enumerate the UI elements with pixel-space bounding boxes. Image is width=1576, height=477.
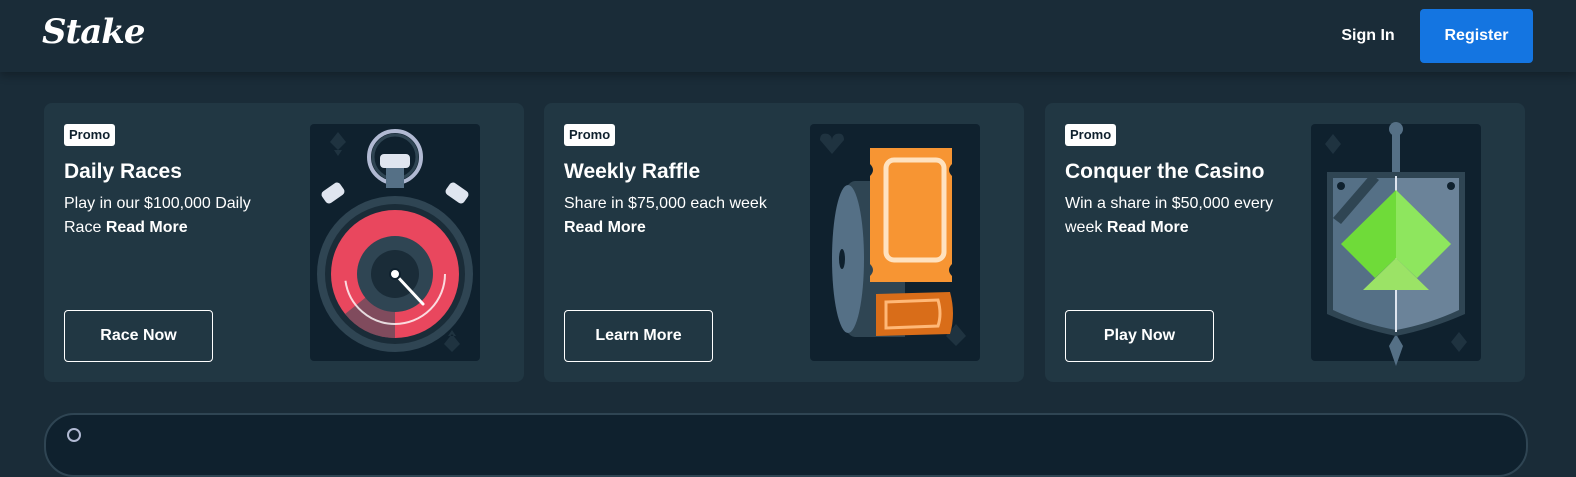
search-input[interactable] [44,413,1528,477]
play-now-button[interactable]: Play Now [1065,310,1214,362]
promo-description: Share in $75,000 each week Read More [564,192,789,240]
promo-description: Win a share in $50,000 every week Read M… [1065,192,1290,240]
read-more-link[interactable]: Read More [564,219,646,236]
promo-card-weekly-raffle[interactable]: Promo Weekly Raffle Share in $75,000 eac… [544,103,1024,382]
promo-card-conquer-the-casino[interactable]: Promo Conquer the Casino Win a share in … [1045,103,1525,382]
promo-art-conquer-the-casino [1311,122,1481,366]
promo-art-weekly-raffle [810,124,980,361]
promo-description-text: Share in $75,000 each week [564,195,767,212]
search-icon [66,427,86,452]
promo-badge: Promo [64,124,116,146]
promo-badge: Promo [564,124,616,146]
race-now-button[interactable]: Race Now [64,310,213,362]
raffle-ticket-icon [820,133,966,346]
promo-title: Daily Races [64,160,182,183]
promo-title: Conquer the Casino [1065,160,1265,183]
promo-title: Weekly Raffle [564,160,701,183]
stopwatch-icon [317,129,473,352]
read-more-link[interactable]: Read More [106,219,188,236]
shield-sword-icon [1325,122,1467,366]
promo-badge: Promo [1065,124,1117,146]
learn-more-button[interactable]: Learn More [564,310,713,362]
promo-art-daily-races [310,124,480,361]
sign-in-button[interactable]: Sign In [1326,10,1410,62]
promo-description: Play in our $100,000 Daily Race Read Mor… [64,192,289,240]
register-button[interactable]: Register [1420,9,1533,63]
stake-logo[interactable]: Stake [42,12,145,52]
promo-card-daily-races[interactable]: Promo Daily Races Play in our $100,000 D… [44,103,524,382]
top-navbar: Stake Sign In Register [0,0,1576,72]
read-more-link[interactable]: Read More [1107,219,1189,236]
